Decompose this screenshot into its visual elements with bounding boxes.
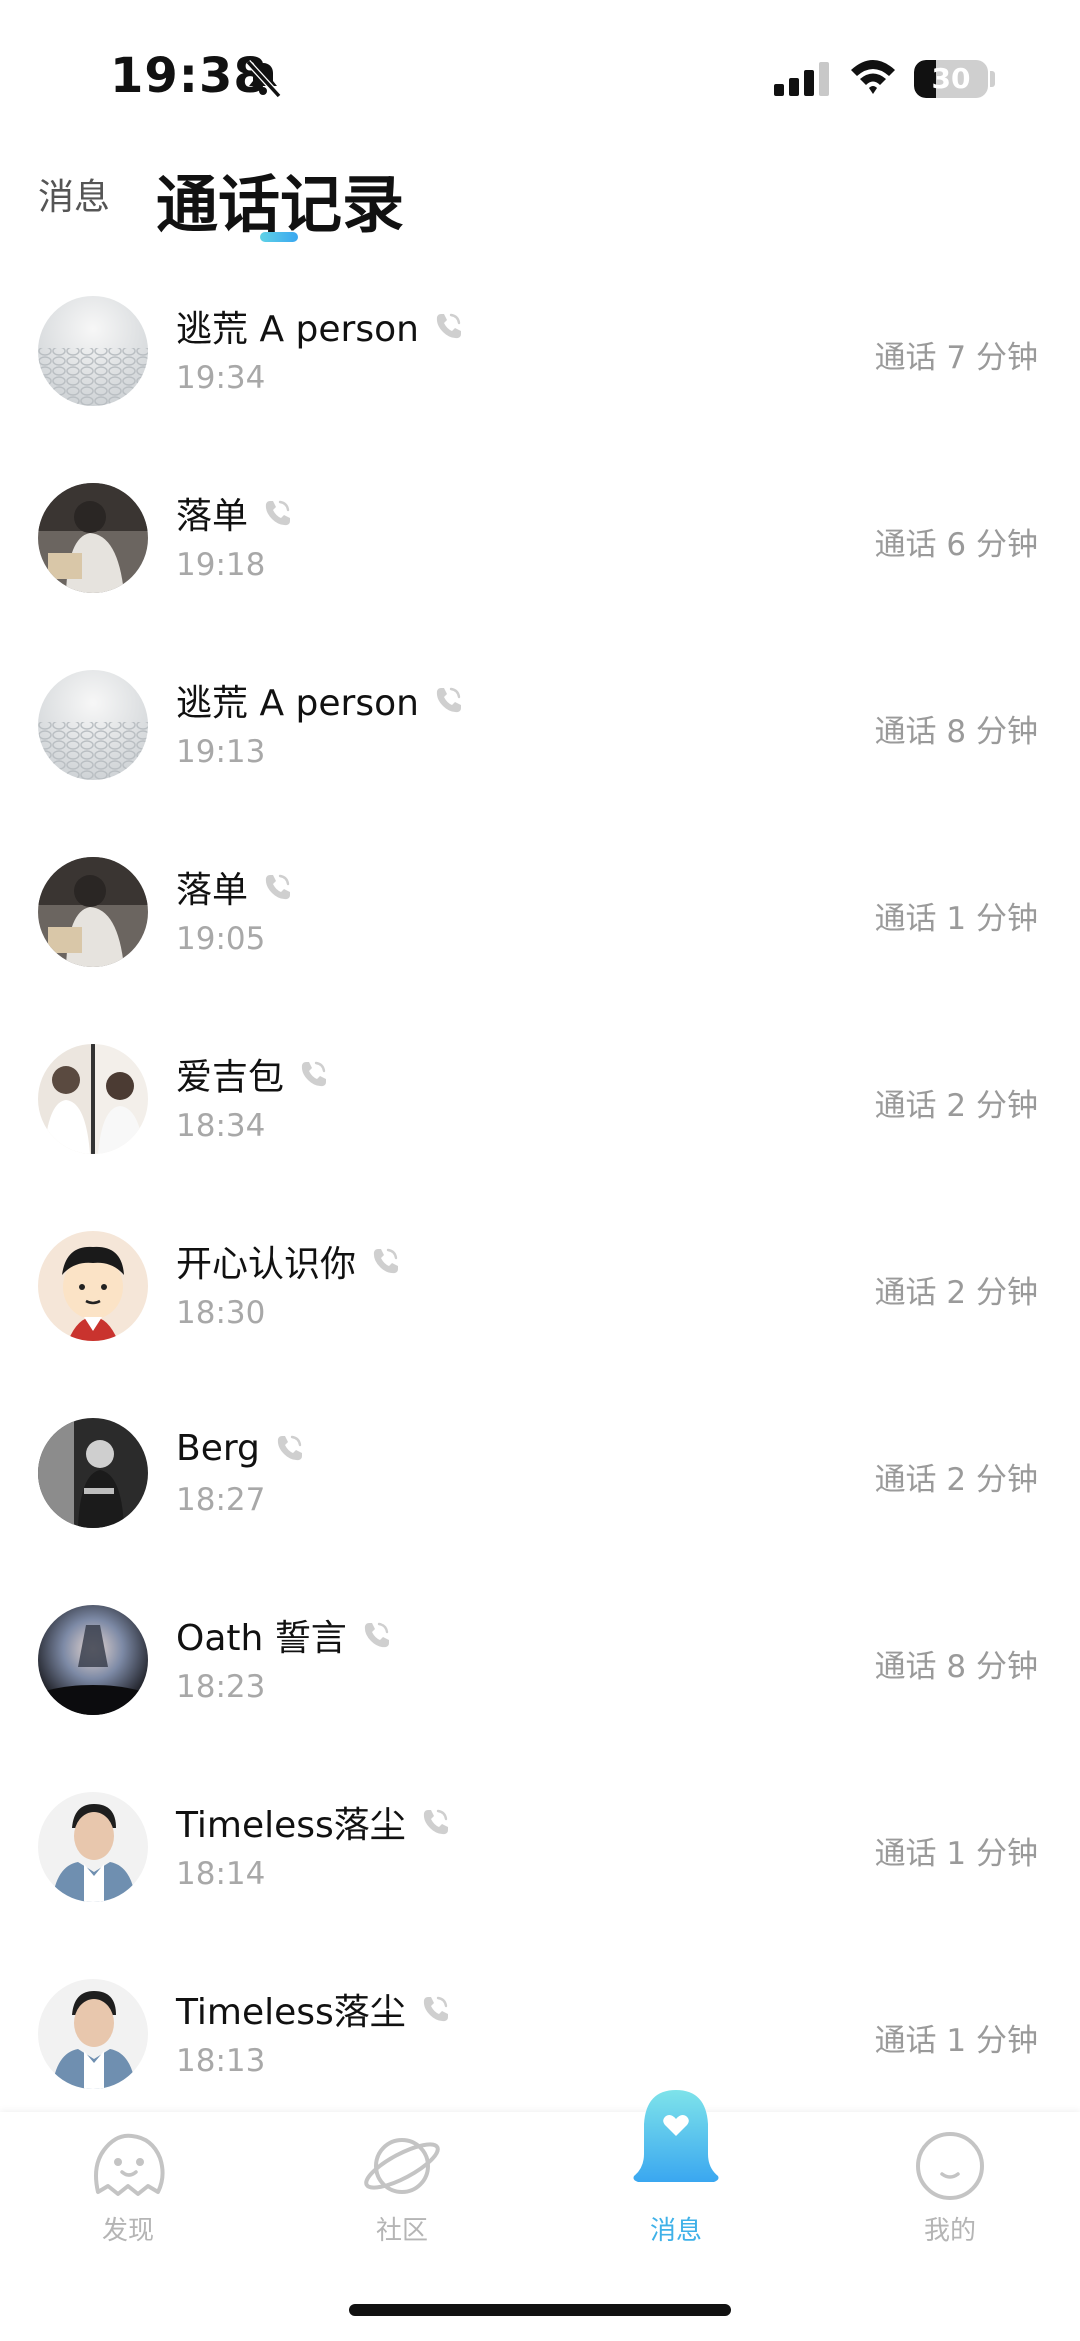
avatar[interactable] bbox=[38, 1792, 148, 1902]
avatar[interactable] bbox=[38, 1605, 148, 1715]
active-tab-indicator bbox=[260, 232, 298, 242]
voice-call-icon bbox=[433, 311, 463, 341]
call-duration: 通话 2 分钟 bbox=[874, 1088, 1038, 1124]
screen: 19:38 30 消息 通话记录 逃荒 A person 19:34 通话 7 … bbox=[0, 0, 1080, 2341]
contact-name: 落单 bbox=[176, 870, 249, 911]
contact-name-row: 落单 bbox=[176, 863, 292, 911]
battery-cap bbox=[990, 71, 995, 87]
call-time: 18:30 bbox=[176, 1295, 266, 1331]
call-record-row[interactable]: 落单 19:05 通话 1 分钟 bbox=[0, 841, 1080, 1028]
call-record-row[interactable]: 逃荒 A person 19:34 通话 7 分钟 bbox=[0, 280, 1080, 467]
contact-name: Oath 誓言 bbox=[176, 1618, 347, 1659]
nav-discover[interactable]: 发现 bbox=[38, 2112, 218, 2262]
call-record-row[interactable]: 逃荒 A person 19:13 通话 8 分钟 bbox=[0, 654, 1080, 841]
call-time: 18:34 bbox=[176, 1108, 266, 1144]
nav-messages-label: 消息 bbox=[649, 2216, 702, 2246]
avatar[interactable] bbox=[38, 1044, 148, 1154]
contact-name: Berg bbox=[176, 1427, 260, 1469]
voice-call-icon bbox=[433, 685, 463, 715]
call-time: 19:13 bbox=[176, 734, 266, 770]
tab-call-records[interactable]: 通话记录 bbox=[156, 154, 404, 244]
contact-name: Timeless落尘 bbox=[176, 1992, 406, 2033]
nav-discover-label: 发现 bbox=[101, 2216, 154, 2246]
call-duration: 通话 2 分钟 bbox=[874, 1462, 1038, 1498]
call-time: 19:05 bbox=[176, 921, 266, 957]
contact-name-row: 开心认识你 bbox=[176, 1237, 400, 1285]
bell-heart-icon bbox=[633, 2090, 719, 2182]
contact-name-row: 落单 bbox=[176, 489, 292, 537]
call-duration: 通话 1 分钟 bbox=[874, 2023, 1038, 2059]
contact-name: 逃荒 A person bbox=[176, 683, 419, 724]
avatar[interactable] bbox=[38, 857, 148, 967]
voice-call-icon bbox=[274, 1433, 304, 1463]
ghost-face-icon bbox=[94, 2133, 165, 2196]
nav-messages[interactable]: 消息 bbox=[586, 2090, 766, 2262]
call-duration: 通话 6 分钟 bbox=[874, 527, 1038, 563]
avatar[interactable] bbox=[38, 1418, 148, 1528]
call-record-row[interactable]: 落单 19:18 通话 6 分钟 bbox=[0, 467, 1080, 654]
voice-call-icon bbox=[298, 1059, 328, 1089]
battery-level: 30 bbox=[931, 62, 971, 95]
nav-profile[interactable]: 我的 bbox=[860, 2112, 1040, 2262]
contact-name: 逃荒 A person bbox=[176, 309, 419, 350]
wifi-icon bbox=[851, 60, 895, 94]
voice-call-icon bbox=[420, 1807, 450, 1837]
contact-name-row: Timeless落尘 bbox=[176, 1985, 450, 2033]
call-time: 18:13 bbox=[176, 2043, 266, 2079]
smile-face-icon bbox=[916, 2132, 984, 2200]
voice-call-icon bbox=[262, 872, 292, 902]
call-time: 19:18 bbox=[176, 547, 266, 583]
call-record-row[interactable]: Timeless落尘 18:14 通话 1 分钟 bbox=[0, 1776, 1080, 1963]
call-record-row[interactable]: Oath 誓言 18:23 通话 8 分钟 bbox=[0, 1589, 1080, 1776]
contact-name-row: 逃荒 A person bbox=[176, 302, 463, 350]
nav-profile-label: 我的 bbox=[923, 2216, 976, 2246]
voice-call-icon bbox=[361, 1620, 391, 1650]
avatar[interactable] bbox=[38, 1979, 148, 2089]
voice-call-icon bbox=[370, 1246, 400, 1276]
call-duration: 通话 2 分钟 bbox=[874, 1275, 1038, 1311]
avatar[interactable] bbox=[38, 296, 148, 406]
tab-messages[interactable]: 消息 bbox=[38, 168, 110, 220]
call-time: 18:27 bbox=[176, 1482, 266, 1518]
voice-call-icon bbox=[420, 1994, 450, 2024]
contact-name-row: Berg bbox=[176, 1424, 304, 1472]
call-record-row[interactable]: 开心认识你 18:30 通话 2 分钟 bbox=[0, 1215, 1080, 1402]
call-record-row[interactable]: 爱吉包 18:34 通话 2 分钟 bbox=[0, 1028, 1080, 1215]
call-duration: 通话 1 分钟 bbox=[874, 1836, 1038, 1872]
home-indicator bbox=[349, 2304, 731, 2316]
avatar[interactable] bbox=[38, 1231, 148, 1341]
call-record-list: 逃荒 A person 19:34 通话 7 分钟 落单 19:18 通话 6 分钟 逃荒 … bbox=[0, 280, 1080, 2150]
call-record-row[interactable]: Berg 18:27 通话 2 分钟 bbox=[0, 1402, 1080, 1589]
voice-call-icon bbox=[262, 498, 292, 528]
nav-community-label: 社区 bbox=[375, 2216, 428, 2246]
nav-community[interactable]: 社区 bbox=[312, 2112, 492, 2262]
contact-name: 爱吉包 bbox=[176, 1057, 285, 1098]
battery-indicator: 30 bbox=[914, 60, 988, 98]
contact-name-row: 逃荒 A person bbox=[176, 676, 463, 724]
contact-name-row: Timeless落尘 bbox=[176, 1798, 450, 1846]
cellular-signal-icon bbox=[774, 62, 829, 96]
bell-muted-icon bbox=[245, 59, 282, 99]
call-duration: 通话 8 分钟 bbox=[874, 1649, 1038, 1685]
call-time: 18:14 bbox=[176, 1856, 266, 1892]
contact-name: 落单 bbox=[176, 496, 249, 537]
planet-icon bbox=[364, 2138, 440, 2194]
avatar[interactable] bbox=[38, 670, 148, 780]
call-duration: 通话 8 分钟 bbox=[874, 714, 1038, 750]
call-duration: 通话 1 分钟 bbox=[874, 901, 1038, 937]
contact-name: 开心认识你 bbox=[176, 1244, 357, 1285]
call-time: 18:23 bbox=[176, 1669, 266, 1705]
status-bar: 19:38 30 bbox=[0, 0, 1080, 150]
contact-name-row: Oath 誓言 bbox=[176, 1611, 391, 1659]
call-duration: 通话 7 分钟 bbox=[874, 340, 1038, 376]
contact-name: Timeless落尘 bbox=[176, 1805, 406, 1846]
call-time: 19:34 bbox=[176, 360, 266, 396]
header-tabs: 消息 通话记录 bbox=[0, 150, 1080, 260]
avatar[interactable] bbox=[38, 483, 148, 593]
contact-name-row: 爱吉包 bbox=[176, 1050, 328, 1098]
